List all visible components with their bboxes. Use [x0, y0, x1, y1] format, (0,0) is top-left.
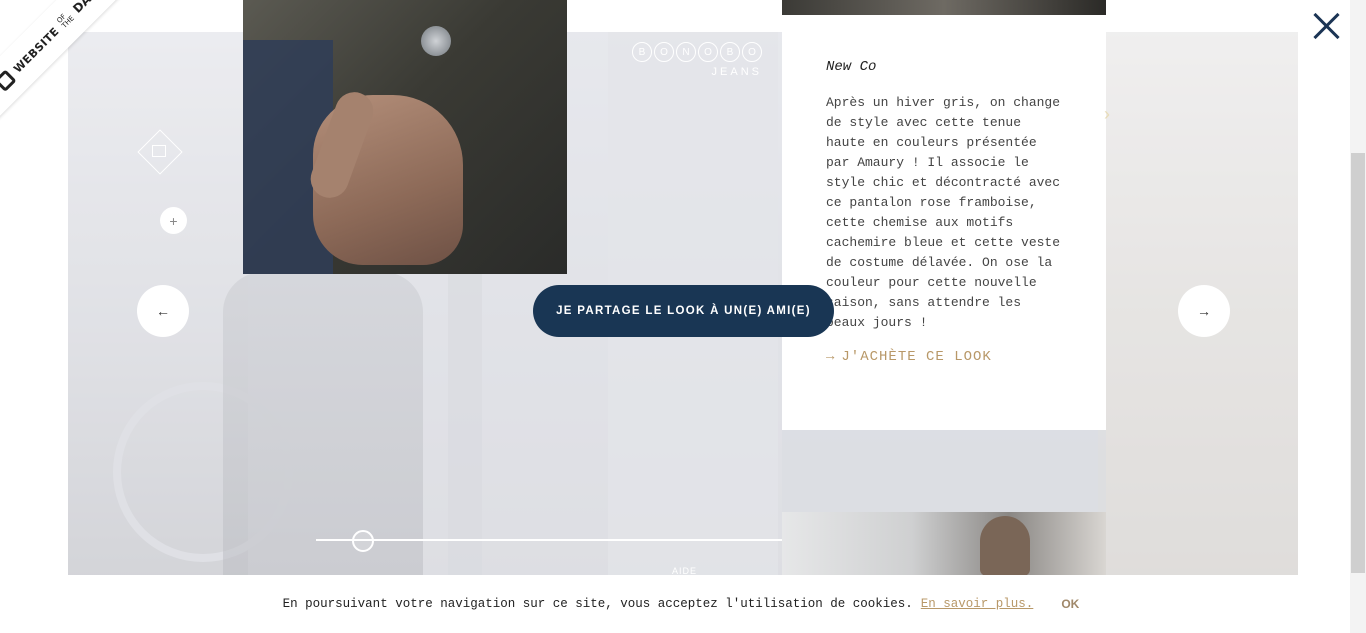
brand-letter: B: [632, 42, 652, 62]
arrow-left-icon: ←: [156, 303, 170, 319]
chevron-right-icon: ›: [1104, 104, 1110, 124]
cookie-text: En poursuivant votre navigation sur ce s…: [282, 597, 913, 611]
brand-letters: B O N O B O: [608, 42, 762, 62]
look-slider-thumb[interactable]: [351, 530, 374, 552]
brand-letter: O: [654, 42, 674, 62]
brand-logo: B O N O B O JEANS: [608, 42, 762, 78]
arrow-right-icon: →: [826, 349, 836, 365]
share-look-button[interactable]: JE PARTAGE LE LOOK À UN(E) AMI(E): [533, 285, 834, 337]
model-face-detail: [980, 516, 1030, 575]
jacket-button-detail: [421, 26, 451, 56]
next-look-button[interactable]: →: [1178, 285, 1230, 337]
scrollbar-thumb[interactable]: [1351, 153, 1365, 573]
brand-letter: B: [720, 42, 740, 62]
product-photo-jacket: [243, 0, 567, 274]
plus-hotspot-button[interactable]: +: [160, 207, 187, 234]
cookie-banner: En poursuivant votre navigation sur ce s…: [0, 575, 1350, 633]
badge-day-text: DAY: [70, 0, 100, 16]
look-description: Après un hiver gris, on change de style …: [826, 95, 1061, 330]
product-photo-bottom-right: [782, 512, 1106, 575]
look-title: New Co: [826, 59, 877, 75]
cookie-more-link[interactable]: En savoir plus.: [921, 597, 1034, 611]
close-icon[interactable]: [1313, 12, 1341, 40]
brand-letter: N: [676, 42, 696, 62]
look-slider-track[interactable]: [316, 539, 782, 541]
badge-sub-text: OF THE: [55, 10, 75, 30]
badge-logo-icon: [0, 69, 17, 92]
look-description-card: New Co Après un hiver gris, on change de…: [782, 15, 1106, 430]
frame-icon: [152, 145, 166, 157]
arrow-right-icon: →: [1197, 303, 1211, 319]
previous-look-button[interactable]: ←: [137, 285, 189, 337]
badge-main-text: WEBSITE: [10, 24, 62, 76]
buy-look-link[interactable]: → J'ACHÈTE CE LOOK: [826, 349, 1062, 365]
brand-letter: O: [698, 42, 718, 62]
buy-look-label: J'ACHÈTE CE LOOK: [841, 349, 992, 365]
brand-subtitle: JEANS: [711, 66, 762, 78]
brand-letter: O: [742, 42, 762, 62]
product-photo-top-right: [782, 0, 1106, 15]
cookie-ok-button[interactable]: OK: [1061, 597, 1079, 611]
